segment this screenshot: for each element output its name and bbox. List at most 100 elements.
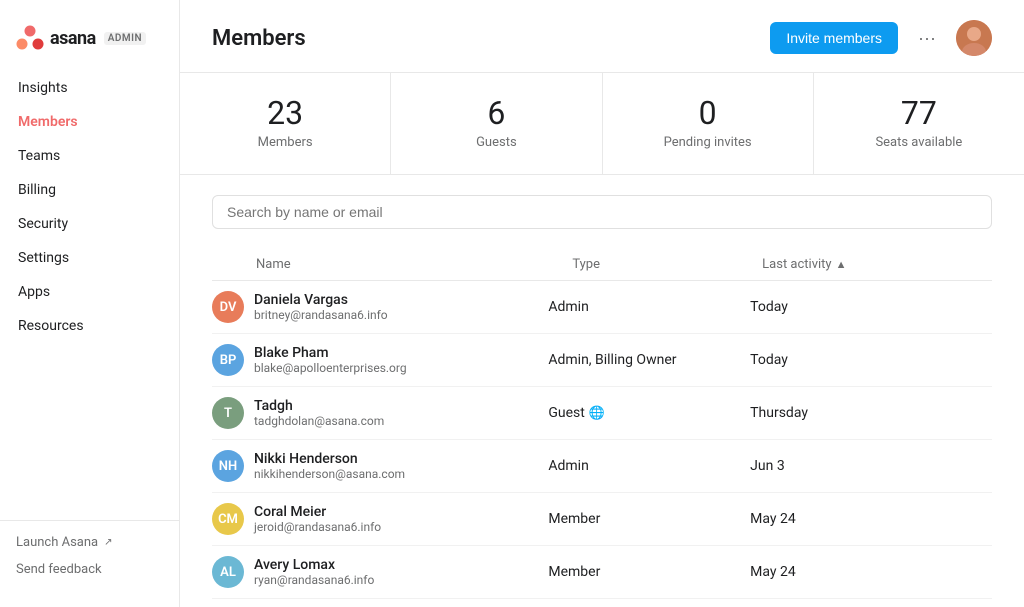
sidebar-footer-send-feedback[interactable]: Send feedback [16, 556, 163, 583]
external-link-icon: ↗ [104, 537, 112, 548]
stat-guests: 6 Guests [391, 73, 602, 174]
stat-members: 23 Members [180, 73, 391, 174]
avatar-image [956, 20, 992, 56]
stat-label-members: Members [258, 135, 313, 150]
stat-number-members: 23 [267, 97, 303, 129]
member-avatar-4: CM [212, 503, 244, 535]
member-name-1: Blake Pham [254, 345, 407, 361]
sidebar-footer-launch-asana[interactable]: Launch Asana ↗ [16, 529, 163, 556]
member-email-1: blake@apolloenterprises.org [254, 361, 407, 375]
member-type-0: Admin [548, 299, 750, 315]
member-type-3: Admin [548, 458, 750, 474]
stat-seats: 77 Seats available [814, 73, 1024, 174]
member-name-2: Tadgh [254, 398, 384, 414]
sidebar-footer: Launch Asana ↗Send feedback [0, 520, 179, 591]
admin-badge: ADMIN [104, 32, 146, 45]
member-details-5: Avery Lomax ryan@randasana6.info [254, 557, 374, 587]
page-title: Members [212, 26, 306, 51]
member-info-1: BP Blake Pham blake@apolloenterprises.or… [212, 344, 548, 376]
member-activity-5: May 24 [750, 564, 952, 580]
page-header: Members Invite members ··· [180, 0, 1024, 73]
member-details-4: Coral Meier jeroid@randasana6.info [254, 504, 381, 534]
sidebar-item-teams[interactable]: Teams [8, 140, 171, 172]
sidebar-nav: InsightsMembersTeamsBillingSecuritySetti… [0, 72, 179, 520]
member-activity-0: Today [750, 299, 952, 315]
user-avatar[interactable] [956, 20, 992, 56]
table-row: BP Blake Pham blake@apolloenterprises.or… [212, 334, 992, 387]
invite-members-button[interactable]: Invite members [770, 22, 898, 54]
member-name-0: Daniela Vargas [254, 292, 388, 308]
sidebar-item-resources[interactable]: Resources [8, 310, 171, 342]
table-row: DV Daniela Vargas britney@randasana6.inf… [212, 281, 992, 334]
member-activity-3: Jun 3 [750, 458, 952, 474]
table-row: NH Nikki Henderson nikkihenderson@asana.… [212, 440, 992, 493]
member-info-3: NH Nikki Henderson nikkihenderson@asana.… [212, 450, 548, 482]
sidebar-item-apps[interactable]: Apps [8, 276, 171, 308]
member-email-3: nikkihenderson@asana.com [254, 467, 405, 481]
logo: asana ADMIN [0, 16, 179, 72]
member-type-4: Member [548, 511, 750, 527]
member-avatar-2: T [212, 397, 244, 429]
member-email-4: jeroid@randasana6.info [254, 520, 381, 534]
member-avatar-5: AL [212, 556, 244, 588]
sidebar-item-settings[interactable]: Settings [8, 242, 171, 274]
member-avatar-1: BP [212, 344, 244, 376]
table-row: AL Avery Lomax ryan@randasana6.info Memb… [212, 546, 992, 599]
content-area: Name Type Last activity ▲ DV Daniela Var… [180, 175, 1024, 607]
sidebar-item-security[interactable]: Security [8, 208, 171, 240]
app-name: asana [50, 28, 96, 49]
stat-label-seats: Seats available [875, 135, 962, 150]
stats-row: 23 Members 6 Guests 0 Pending invites 77… [180, 73, 1024, 175]
member-type-1: Admin, Billing Owner [548, 352, 750, 368]
members-table: DV Daniela Vargas britney@randasana6.inf… [212, 281, 992, 607]
member-activity-2: Thursday [750, 405, 952, 421]
table-row: T Tadgh tadghdolan@asana.com Guest 🌐 Thu… [212, 387, 992, 440]
stat-label-pending: Pending invites [664, 135, 752, 150]
member-info-4: CM Coral Meier jeroid@randasana6.info [212, 503, 548, 535]
member-details-1: Blake Pham blake@apolloenterprises.org [254, 345, 407, 375]
member-email-5: ryan@randasana6.info [254, 573, 374, 587]
row-actions-4: ··· [952, 506, 992, 532]
member-avatar-3: NH [212, 450, 244, 482]
col-type-header: Type [572, 257, 762, 272]
stat-number-guests: 6 [487, 97, 505, 129]
sidebar: asana ADMIN InsightsMembersTeamsBillingS… [0, 0, 180, 607]
col-actions-header [952, 257, 992, 272]
stat-number-pending: 0 [699, 97, 717, 129]
member-info-0: DV Daniela Vargas britney@randasana6.inf… [212, 291, 548, 323]
row-actions-2: ··· [952, 400, 992, 426]
member-type-5: Member [548, 564, 750, 580]
stat-pending: 0 Pending invites [603, 73, 814, 174]
member-details-3: Nikki Henderson nikkihenderson@asana.com [254, 451, 405, 481]
row-actions-3: ··· [952, 453, 992, 479]
more-options-button[interactable]: ··· [910, 24, 944, 53]
member-name-4: Coral Meier [254, 504, 381, 520]
stat-number-seats: 77 [901, 97, 937, 129]
col-name-header: Name [212, 257, 572, 272]
table-header: Name Type Last activity ▲ [212, 249, 992, 281]
col-activity-header[interactable]: Last activity ▲ [762, 257, 952, 272]
sidebar-item-members[interactable]: Members [8, 106, 171, 138]
member-email-0: britney@randasana6.info [254, 308, 388, 322]
member-details-0: Daniela Vargas britney@randasana6.info [254, 292, 388, 322]
sort-arrow-icon: ▲ [836, 258, 847, 271]
table-row: CM Coral Meier jeroid@randasana6.info Me… [212, 493, 992, 546]
member-info-2: T Tadgh tadghdolan@asana.com [212, 397, 548, 429]
member-email-2: tadghdolan@asana.com [254, 414, 384, 428]
member-type-2: Guest 🌐 [548, 405, 750, 421]
asana-logo [16, 24, 44, 52]
row-actions-1: ··· [952, 347, 992, 373]
member-name-3: Nikki Henderson [254, 451, 405, 467]
member-activity-4: May 24 [750, 511, 952, 527]
member-info-5: AL Avery Lomax ryan@randasana6.info [212, 556, 548, 588]
search-input[interactable] [212, 195, 992, 229]
member-activity-1: Today [750, 352, 952, 368]
sidebar-item-insights[interactable]: Insights [8, 72, 171, 104]
member-avatar-0: DV [212, 291, 244, 323]
main-content: Members Invite members ··· 23 Members 6 … [180, 0, 1024, 607]
header-actions: Invite members ··· [770, 20, 992, 56]
row-actions-5: ··· [952, 559, 992, 585]
table-row: TT Trish Tormey trish@asana.com Guest 🌐 … [212, 599, 992, 607]
globe-icon: 🌐 [589, 406, 605, 421]
sidebar-item-billing[interactable]: Billing [8, 174, 171, 206]
